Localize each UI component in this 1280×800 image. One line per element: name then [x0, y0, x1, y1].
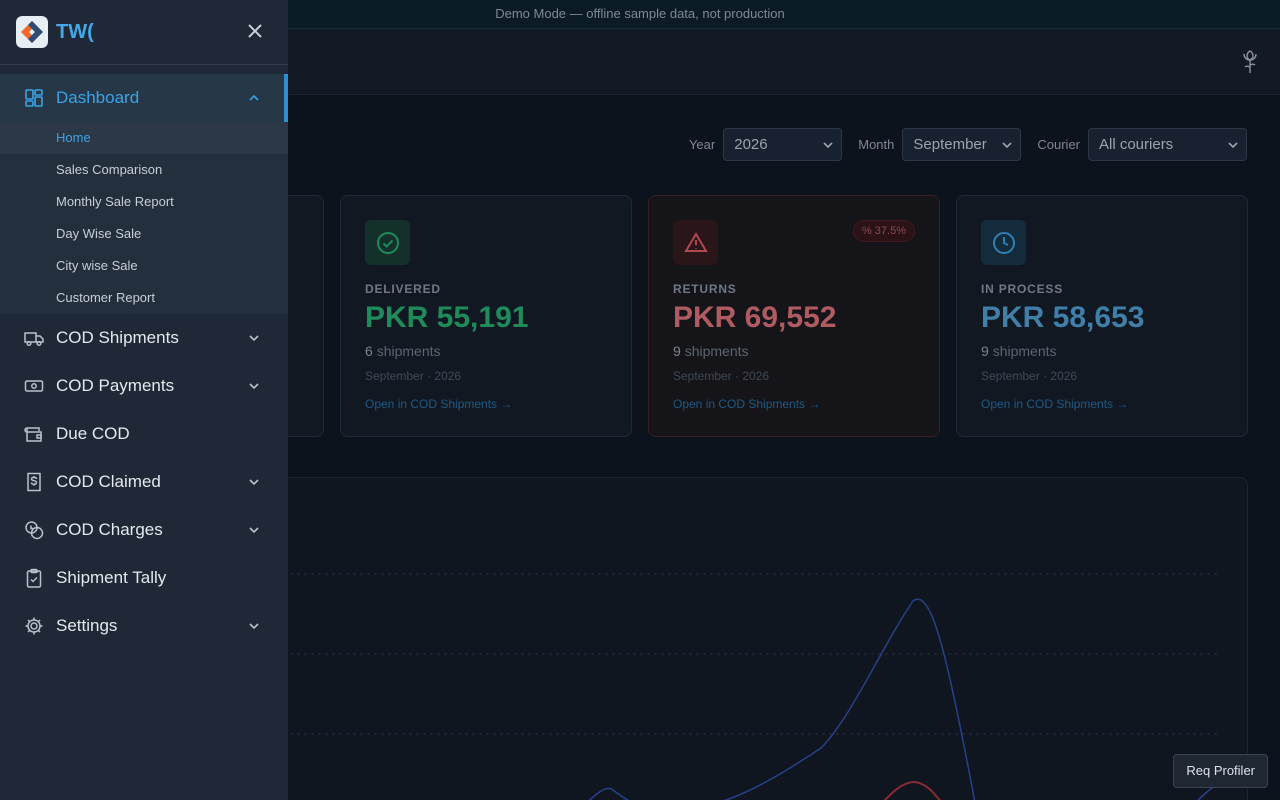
sidebar-item-cod-charges[interactable]: COD Charges: [0, 506, 288, 554]
card-period: September · 2026: [673, 369, 770, 383]
chevron-down-icon: [249, 527, 259, 534]
return-rate-value: 37.5%: [874, 225, 906, 237]
delivered-card: DELIVERED PKR 55,191 6 shipments Septemb…: [340, 195, 632, 437]
courier-select[interactable]: All couriers: [1088, 128, 1247, 161]
card-period: September · 2026: [365, 369, 462, 383]
sidebar-item-label: COD Shipments: [56, 328, 179, 347]
sidebar-item-dashboard[interactable]: Dashboard: [0, 74, 288, 122]
sidebar-item-label: Due COD: [56, 424, 130, 443]
sidebar-item-label: Shipment Tally: [56, 568, 167, 587]
sidebar-item-label: Settings: [56, 616, 118, 635]
card-label: RETURNS: [673, 282, 737, 296]
month-select[interactable]: September: [902, 128, 1022, 161]
sidebar-item-label: COD Charges: [56, 520, 163, 539]
card-shipment-suffix: shipments: [684, 343, 749, 359]
card-shipment-count: 9: [673, 343, 681, 359]
banknote-icon: [24, 380, 44, 392]
close-icon[interactable]: [246, 22, 264, 40]
chevron-down-icon: [823, 141, 833, 148]
series-line-blue: [588, 598, 976, 800]
submenu-item-city-wise-sale[interactable]: City wise Sale: [0, 250, 288, 282]
card-amount: PKR 69,552: [673, 301, 837, 334]
card-amount: PKR 58,653: [981, 301, 1145, 334]
card-shipment-suffix: shipments: [376, 343, 441, 359]
dashboard-submenu: Home Sales Comparison Monthly Sale Repor…: [0, 122, 288, 314]
card-shipment-count: 6: [365, 343, 373, 359]
check-circle-icon: [365, 220, 410, 265]
sales-chart-panel: [240, 477, 1248, 800]
chevron-down-icon: [249, 335, 259, 342]
chevron-down-icon: [249, 479, 259, 486]
sidebar-item-cod-claimed[interactable]: COD Claimed: [0, 458, 288, 506]
card-amount: PKR 55,191: [365, 301, 529, 334]
card-shipments: 6 shipments: [365, 343, 441, 359]
clock-icon: [981, 220, 1026, 265]
flower-icon[interactable]: [1238, 47, 1262, 75]
sidebar-item-label: Dashboard: [56, 88, 140, 107]
open-cod-shipments-link[interactable]: Open in COD Shipments →: [365, 397, 512, 411]
truck-icon: [24, 332, 44, 347]
card-label: IN PROCESS: [981, 282, 1064, 296]
gear-icon: [25, 617, 43, 635]
receipt-dollar-icon: [27, 472, 41, 492]
clipboard-check-icon: [26, 568, 42, 588]
submenu-item-monthly-sale-report[interactable]: Monthly Sale Report: [0, 186, 288, 218]
card-label: DELIVERED: [365, 282, 441, 296]
submenu-item-day-wise-sale[interactable]: Day Wise Sale: [0, 218, 288, 250]
month-label: Month: [858, 137, 895, 152]
chevron-up-icon: [249, 94, 259, 101]
return-rate-badge: % 37.5%: [852, 220, 915, 242]
sidebar-item-label: COD Payments: [56, 376, 175, 395]
chevron-down-icon: [1228, 141, 1238, 148]
submenu-item-customer-report[interactable]: Customer Report: [0, 282, 288, 314]
chevron-down-icon: [249, 383, 259, 390]
submenu-item-home[interactable]: Home: [0, 122, 288, 154]
sidebar-item-label: COD Claimed: [56, 472, 161, 491]
chevron-down-icon: [1002, 141, 1012, 148]
coins-icon: [25, 521, 44, 540]
sales-chart: [241, 573, 1227, 800]
sidebar-item-shipment-tally[interactable]: Shipment Tally: [0, 554, 288, 602]
card-shipments: 9 shipments: [673, 343, 749, 359]
sidebar-item-settings[interactable]: Settings: [0, 602, 288, 650]
wallet-icon: [24, 427, 42, 442]
sidebar-item-cod-payments[interactable]: COD Payments: [0, 362, 288, 410]
year-select-value: 2026: [734, 136, 768, 153]
card-shipments: 9 shipments: [981, 343, 1057, 359]
brand-logo-icon: [16, 16, 48, 48]
returns-card: % 37.5% RETURNS PKR 69,552 9 shipments S…: [648, 195, 940, 437]
card-period: September · 2026: [981, 369, 1078, 383]
sidebar-header: TW(: [0, 0, 288, 65]
card-shipment-suffix: shipments: [992, 343, 1057, 359]
month-select-value: September: [913, 136, 987, 153]
year-select[interactable]: 2026: [723, 128, 843, 161]
year-label: Year: [688, 137, 716, 152]
series-line-red: [883, 780, 941, 800]
in-process-card: IN PROCESS PKR 58,653 9 shipments Septem…: [956, 195, 1248, 437]
card-shipment-count: 9: [981, 343, 989, 359]
brand-name: TW(: [56, 20, 94, 43]
filters-bar: Year 2026 Month September Courier All co…: [673, 128, 1247, 161]
warning-triangle-icon: [673, 220, 718, 265]
req-profiler-button[interactable]: Req Profiler: [1173, 754, 1268, 788]
sidebar-item-cod-shipments[interactable]: COD Shipments: [0, 314, 288, 362]
courier-select-value: All couriers: [1099, 136, 1174, 153]
courier-label: Courier: [1037, 137, 1080, 152]
chevron-down-icon: [249, 623, 259, 630]
dashboard-icon: [25, 89, 43, 107]
sidebar-item-due-cod[interactable]: Due COD: [0, 410, 288, 458]
open-cod-shipments-link[interactable]: Open in COD Shipments →: [673, 397, 820, 411]
sidebar: TW( Dashboard Home Sales Comparison Mont…: [0, 0, 288, 800]
percent-icon: %: [861, 225, 872, 237]
submenu-item-sales-comparison[interactable]: Sales Comparison: [0, 154, 288, 186]
open-cod-shipments-link[interactable]: Open in COD Shipments →: [981, 397, 1128, 411]
sidebar-nav: Dashboard Home Sales Comparison Monthly …: [0, 74, 288, 650]
